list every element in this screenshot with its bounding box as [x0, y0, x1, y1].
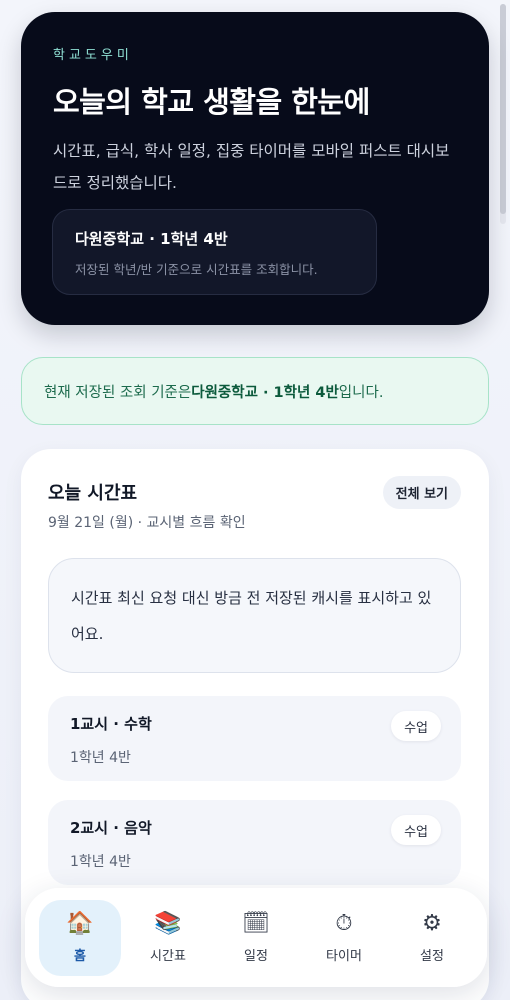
school-class-label: 다원중학교 · 1학년 4반 — [75, 230, 228, 248]
view-all-button[interactable]: 전체 보기 — [382, 476, 461, 509]
nav-item-timer[interactable]: ⏱ 타이머 — [303, 900, 385, 976]
period-tag: 수업 — [391, 815, 441, 845]
period-row[interactable]: 1교시 · 수학 1학년 4반 수업 — [48, 696, 461, 781]
notice-prefix: 현재 저장된 조회 기준은 — [44, 384, 192, 401]
period-class: 1학년 4반 — [70, 854, 131, 870]
nav-label: 일정 — [244, 949, 268, 964]
period-class: 1학년 4반 — [70, 750, 131, 766]
calendar-icon: 🗓 — [242, 911, 270, 936]
gear-icon: ⚙ — [422, 911, 442, 936]
books-icon: 📚 — [154, 911, 182, 936]
saved-criteria-notice: 현재 저장된 조회 기준은 다원중학교 · 1학년 4반 입니다. — [21, 357, 489, 425]
card-subtitle: 9월 21일 (월) · 교시별 흐름 확인 — [48, 515, 246, 531]
hero-title: 오늘의 학교 생활을 한눈에 — [53, 85, 370, 119]
school-class-caption: 저장된 학년/반 기준으로 시간표를 조회합니다. — [75, 262, 318, 277]
nav-label: 설정 — [420, 949, 444, 964]
notice-suffix: 입니다. — [338, 384, 384, 401]
nav-item-timetable[interactable]: 📚 시간표 — [127, 900, 209, 976]
scrollbar-thumb[interactable] — [500, 4, 506, 214]
app-screen: 학교도우미 오늘의 학교 생활을 한눈에 시간표, 급식, 학사 일정, 집중 … — [0, 0, 510, 1000]
notice-highlight: 다원중학교 · 1학년 4반 — [191, 384, 339, 401]
cache-message: 시간표 최신 요청 대신 방금 전 저장된 캐시를 표시하고 있어요. — [48, 558, 461, 673]
hero-banner: 학교도우미 오늘의 학교 생활을 한눈에 시간표, 급식, 학사 일정, 집중 … — [21, 12, 489, 325]
card-title: 오늘 시간표 — [48, 483, 138, 504]
bottom-nav: 🏠 홈 📚 시간표 🗓 일정 ⏱ 타이머 ⚙ 설정 — [25, 888, 487, 987]
stopwatch-icon: ⏱ — [335, 911, 353, 936]
hero-description: 시간표, 급식, 학사 일정, 집중 타이머를 모바일 퍼스트 대시보드로 정리… — [53, 142, 450, 192]
period-title: 1교시 · 수학 — [70, 715, 152, 733]
nav-label: 시간표 — [150, 949, 186, 964]
app-name-eyebrow: 학교도우미 — [53, 48, 133, 63]
nav-item-settings[interactable]: ⚙ 설정 — [391, 900, 473, 976]
period-tag: 수업 — [391, 711, 441, 741]
period-title: 2교시 · 음악 — [70, 819, 152, 837]
nav-item-home[interactable]: 🏠 홈 — [39, 899, 121, 976]
nav-label: 타이머 — [326, 949, 362, 964]
period-row[interactable]: 2교시 · 음악 1학년 4반 수업 — [48, 800, 461, 885]
nav-label: 홈 — [74, 949, 86, 964]
school-class-chip[interactable]: 다원중학교 · 1학년 4반 저장된 학년/반 기준으로 시간표를 조회합니다. — [52, 209, 377, 295]
nav-item-schedule[interactable]: 🗓 일정 — [215, 900, 297, 976]
house-icon: 🏠 — [66, 911, 94, 936]
